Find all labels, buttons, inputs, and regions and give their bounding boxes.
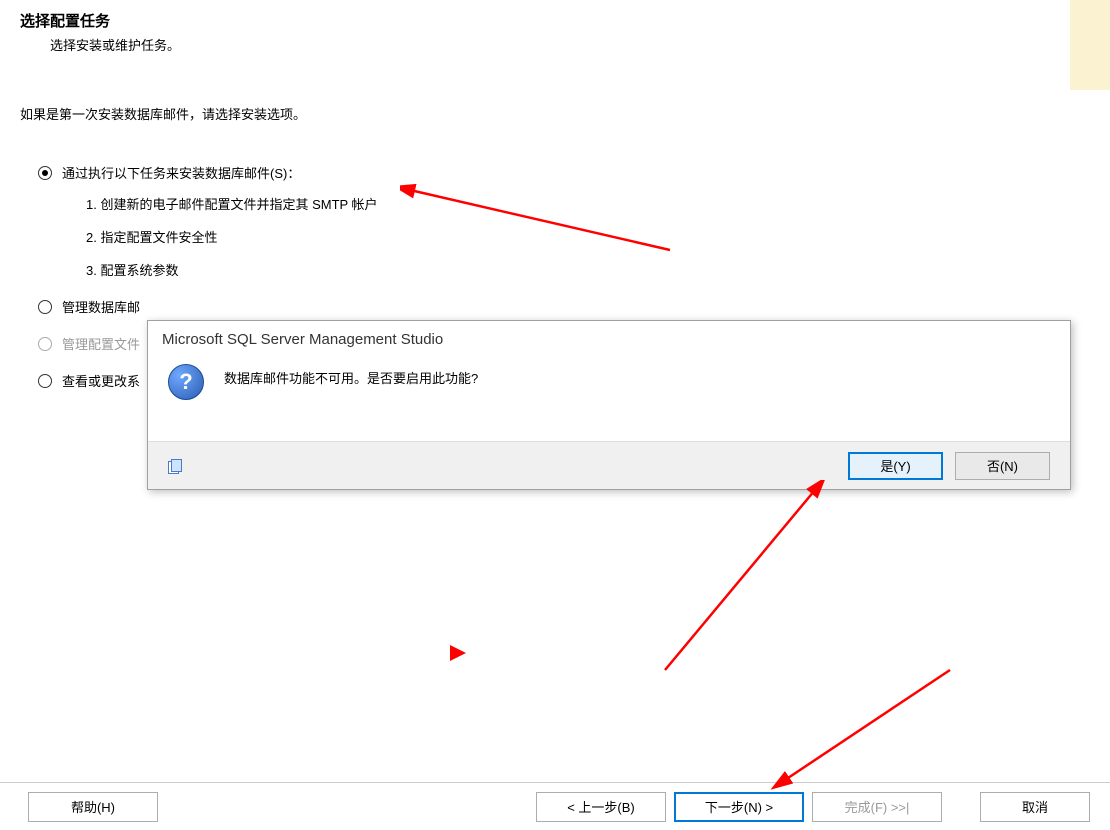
dialog-footer: 是(Y) 否(N) [148,441,1070,489]
radio-manage-profile-label: 管理配置文件 [62,334,140,353]
help-button[interactable]: 帮助(H) [28,792,158,822]
dialog-title: Microsoft SQL Server Management Studio [148,321,1070,354]
dialog-body: ? 数据库邮件功能不可用。是否要启用此功能? [148,354,1070,410]
dialog-message: 数据库邮件功能不可用。是否要启用此功能? [224,364,478,387]
radio-manage-dbmail-label: 管理数据库邮 [62,297,140,316]
finish-button: 完成(F) >>| [812,792,942,822]
radio-install-label: 通过执行以下任务来安装数据库邮件(S)： [62,163,300,182]
wizard-footer: 帮助(H) < 上一步(B) 下一步(N) > 完成(F) >>| 取消 [0,782,1110,830]
cancel-group: 取消 [972,792,1090,822]
page-corner-decor [1070,0,1110,90]
yes-button[interactable]: 是(Y) [848,452,943,480]
sub-profile-security: 2. 指定配置文件安全性 [86,227,1090,246]
page-title: 选择配置任务 [20,10,1090,31]
no-button[interactable]: 否(N) [955,452,1050,480]
dialog-footer-left [168,459,182,473]
intro-text: 如果是第一次安装数据库邮件，请选择安装选项。 [20,104,1090,123]
wizard-header: 选择配置任务 选择安装或维护任务。 [0,0,1110,54]
radio-empty-icon [38,337,52,351]
next-button[interactable]: 下一步(N) > [674,792,804,822]
annotation-arrow-2 [655,480,915,780]
page-subtitle: 选择安装或维护任务。 [50,35,1090,54]
radio-empty-icon [38,374,52,388]
sub-smtp-profile: 1. 创建新的电子邮件配置文件并指定其 SMTP 帐户 [86,194,1090,213]
install-sub-list: 1. 创建新的电子邮件配置文件并指定其 SMTP 帐户 2. 指定配置文件安全性… [86,194,1090,279]
radio-install-dbmail[interactable]: 通过执行以下任务来安装数据库邮件(S)： [38,163,1090,182]
radio-view-change-label: 查看或更改系 [62,371,140,390]
radio-manage-dbmail[interactable]: 管理数据库邮 [38,297,1090,316]
annotation-marker [450,645,470,661]
radio-empty-icon [38,300,52,314]
back-button[interactable]: < 上一步(B) [536,792,666,822]
cancel-button[interactable]: 取消 [980,792,1090,822]
question-icon: ? [168,364,204,400]
annotation-arrow-3 [770,660,970,800]
sub-system-params: 3. 配置系统参数 [86,260,1090,279]
radio-dot-icon [38,166,52,180]
confirm-dialog: Microsoft SQL Server Management Studio ?… [147,320,1071,490]
copy-icon[interactable] [168,459,182,473]
